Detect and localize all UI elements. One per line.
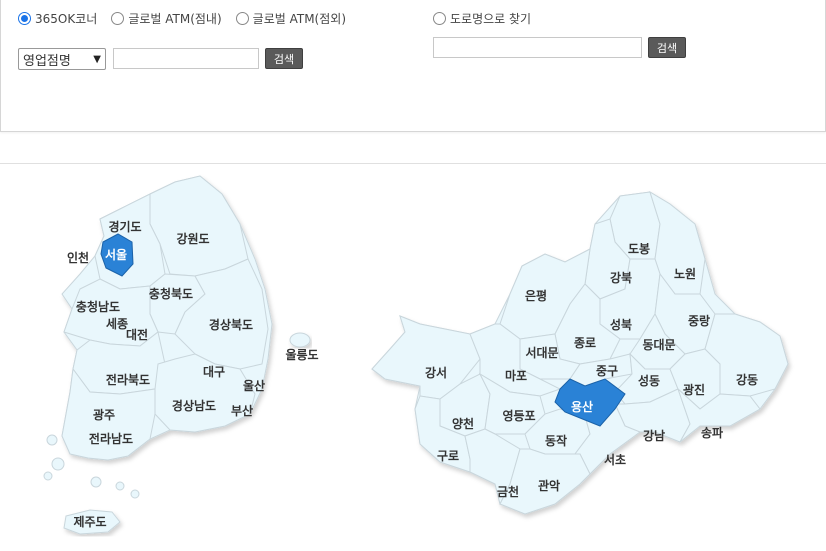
label-chungbuk: 충청북도 [149, 286, 193, 301]
label-seocho: 서초 [604, 452, 626, 467]
label-yangcheon: 양천 [452, 416, 474, 431]
search-type-select[interactable]: 영업점명 ▼ [18, 48, 106, 70]
label-sejong: 세종 [106, 316, 128, 331]
chevron-down-icon: ▼ [93, 53, 101, 65]
road-search-button[interactable]: 검색 [648, 37, 686, 58]
label-nowon: 노원 [674, 267, 696, 281]
label-busan: 부산 [231, 403, 253, 418]
korea-map [43, 175, 311, 535]
radio-global-atm-outside[interactable]: 글로벌 ATM(점외) [235, 10, 346, 27]
radio-global-atm-inside[interactable]: 글로벌 ATM(점내) [111, 10, 222, 27]
label-seoul: 서울 [105, 247, 127, 262]
label-yongsan: 용산 [571, 399, 593, 414]
label-dongdaemun: 동대문 [642, 338, 675, 352]
label-jung: 중구 [596, 364, 618, 378]
region-ulleungdo[interactable] [289, 332, 311, 348]
label-gangnam: 강남 [643, 428, 665, 443]
label-dongjak: 동작 [545, 433, 567, 448]
label-geumcheon: 금천 [497, 484, 519, 499]
label-ulleungdo: 울릉도 [285, 347, 318, 362]
label-gangdong: 강동 [736, 373, 758, 387]
label-daegu: 대구 [203, 365, 225, 379]
label-gwangju: 광주 [93, 407, 115, 422]
island-1 [46, 434, 58, 446]
label-guro: 구로 [437, 449, 459, 463]
radio-button-icon[interactable] [235, 12, 249, 25]
label-gangseo: 강서 [425, 365, 447, 380]
road-search-input[interactable] [433, 37, 642, 58]
label-yeongdeungpo: 영등포 [502, 408, 535, 423]
label-gangbuk: 강북 [610, 271, 632, 285]
label-chungnam: 충청남도 [76, 299, 120, 314]
map-panel: 경기도 강원도 인천 서울 충청북도 충청남도 세종 대전 경상북도 울릉도 전… [0, 163, 826, 547]
label-mapo: 마포 [505, 368, 527, 383]
radio-365ok[interactable]: 365OK코너 [18, 10, 97, 27]
label-gyeonggi: 경기도 [108, 219, 141, 234]
label-jeonbuk: 전라북도 [106, 372, 150, 387]
label-gyeongnam: 경상남도 [172, 398, 216, 413]
radio-label: 365OK코너 [35, 12, 98, 26]
radio-label: 글로벌 ATM(점외) [252, 12, 346, 26]
label-seongdong: 성동 [638, 374, 660, 388]
seoul-map [371, 190, 789, 515]
road-radio-group: 도로명으로 찾기 [433, 10, 545, 27]
label-jongno: 종로 [574, 336, 596, 350]
radio-label: 도로명으로 찾기 [450, 12, 532, 26]
island-3 [90, 476, 102, 488]
label-songpa: 송파 [701, 425, 723, 440]
label-incheon: 인천 [67, 250, 89, 265]
label-jejudo: 제주도 [73, 515, 106, 529]
label-gwangjin: 광진 [683, 382, 705, 397]
search-panel: 365OK코너 글로벌 ATM(점내) 글로벌 ATM(점외) 도로명으로 찾기… [0, 0, 826, 132]
label-dobong: 도봉 [628, 242, 650, 256]
search-button[interactable]: 검색 [265, 48, 303, 69]
label-daejeon: 대전 [126, 327, 148, 342]
island-4 [115, 481, 125, 491]
radio-road-name[interactable]: 도로명으로 찾기 [433, 10, 531, 27]
radio-label: 글로벌 ATM(점내) [128, 12, 222, 26]
branch-search-input[interactable] [113, 48, 259, 69]
atm-type-radio-group: 365OK코너 글로벌 ATM(점내) 글로벌 ATM(점외) [18, 10, 360, 27]
maps-svg: 경기도 강원도 인천 서울 충청북도 충청남도 세종 대전 경상북도 울릉도 전… [43, 175, 789, 535]
label-jungnang: 중랑 [688, 314, 710, 328]
label-gangwon: 강원도 [176, 232, 209, 246]
select-value: 영업점명 [23, 53, 71, 69]
island-5 [130, 489, 140, 499]
label-eunpyeong: 은평 [525, 289, 547, 303]
island-6 [43, 471, 53, 481]
radio-button-icon[interactable] [433, 12, 446, 25]
label-ulsan: 울산 [243, 378, 265, 393]
label-jeonnam: 전라남도 [89, 431, 133, 446]
radio-button-icon[interactable] [111, 12, 125, 25]
island-2 [51, 457, 65, 471]
label-seongbuk: 성북 [610, 318, 632, 332]
label-seodaemun: 서대문 [525, 345, 558, 360]
label-gyeongbuk: 경상북도 [209, 317, 253, 332]
radio-button-icon[interactable] [18, 12, 31, 25]
label-gwanak: 관악 [538, 478, 560, 493]
